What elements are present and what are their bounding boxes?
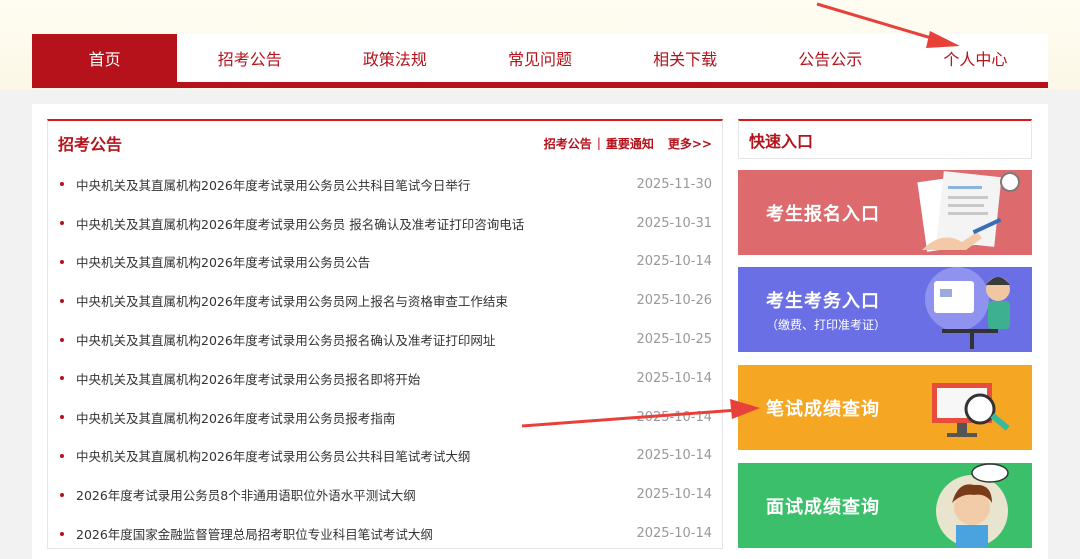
nav-item-home[interactable]: 首页 xyxy=(32,34,178,82)
notice-row[interactable]: 中央机关及其直属机构2026年度考试录用公务员报考指南 2025-10-14 xyxy=(60,398,712,437)
nav-item-policies[interactable]: 政策法规 xyxy=(322,34,467,82)
notice-link-important[interactable]: 重要通知 xyxy=(606,135,654,152)
notice-date: 2025-10-26 xyxy=(636,293,712,309)
interview-score-tile[interactable]: 面试成绩查询 xyxy=(738,463,1032,548)
notice-row[interactable]: 中央机关及其直属机构2026年度考试录用公务员报名即将开始 2025-10-14 xyxy=(60,359,712,398)
applicant-exam-affairs-tile[interactable]: 考生考务入口 （缴费、打印准考证） xyxy=(738,267,1032,352)
notice-date: 2025-11-30 xyxy=(636,176,712,192)
notice-link-recruitment[interactable]: 招考公告 xyxy=(544,135,592,152)
notice-links: 招考公告 | 重要通知 更多>> xyxy=(544,135,712,152)
main-nav: 首页 招考公告 政策法规 常见问题 相关下载 公告公示 个人中心 xyxy=(32,34,1048,82)
nav-item-downloads[interactable]: 相关下载 xyxy=(613,34,758,82)
notice-date: 2025-10-14 xyxy=(636,487,712,503)
bullet-icon xyxy=(60,453,64,458)
notice-row[interactable]: 2026年度国家金融监督管理总局招考职位专业科目笔试考试大纲 2025-10-14 xyxy=(60,514,712,553)
notice-date: 2025-10-31 xyxy=(636,215,712,231)
applicant-registration-tile[interactable]: 考生报名入口 xyxy=(738,170,1032,255)
nav-item-faq[interactable]: 常见问题 xyxy=(467,34,612,82)
notice-date: 2025-10-25 xyxy=(636,332,712,348)
notice-header: 招考公告 招考公告 | 重要通知 更多>> xyxy=(48,121,722,165)
bullet-icon xyxy=(60,337,64,342)
bullet-icon xyxy=(60,259,64,264)
notice-date: 2025-10-14 xyxy=(636,526,712,542)
interview-person-icon xyxy=(936,463,1009,547)
notice-text[interactable]: 中央机关及其直属机构2026年度考试录用公务员 报名确认及准考证打印咨询电话 xyxy=(76,214,632,233)
bullet-icon xyxy=(60,221,64,226)
notice-row[interactable]: 中央机关及其直属机构2026年度考试录用公务员报名确认及准考证打印网址 2025-… xyxy=(60,320,712,359)
notice-panel: 招考公告 招考公告 | 重要通知 更多>> 中央机关及其直属机构2026年度考试… xyxy=(47,119,723,549)
bullet-icon xyxy=(60,376,64,381)
notice-date: 2025-10-14 xyxy=(636,370,712,386)
quick-entry-title: 快速入口 xyxy=(738,119,1032,159)
nav-item-personal-center[interactable]: 个人中心 xyxy=(903,34,1048,82)
quick-entry-panel: 快速入口 考生报名入口 考生考务入口 （缴费、打印准考证） 笔试成绩查询 面试成… xyxy=(738,119,1032,548)
notice-row[interactable]: 中央机关及其直属机构2026年度考试录用公务员公共科目笔试今日举行 2025-11… xyxy=(60,165,712,204)
nav-underline xyxy=(32,82,1048,88)
notice-row[interactable]: 中央机关及其直属机构2026年度考试录用公务员 报名确认及准考证打印咨询电话 20… xyxy=(60,204,712,243)
notice-text[interactable]: 2026年度考试录用公务员8个非通用语职位外语水平测试大纲 xyxy=(76,485,632,504)
notice-title: 招考公告 xyxy=(58,135,123,154)
notice-text[interactable]: 中央机关及其直属机构2026年度考试录用公务员公告 xyxy=(76,252,632,271)
notice-more-link[interactable]: 更多>> xyxy=(668,135,712,152)
notice-row[interactable]: 中央机关及其直属机构2026年度考试录用公务员公告 2025-10-14 xyxy=(60,243,712,282)
notice-text[interactable]: 中央机关及其直属机构2026年度考试录用公务员公共科目笔试考试大纲 xyxy=(76,446,632,465)
notice-date: 2025-10-14 xyxy=(636,409,712,425)
main-content: 招考公告 招考公告 | 重要通知 更多>> 中央机关及其直属机构2026年度考试… xyxy=(32,104,1048,559)
bullet-icon xyxy=(60,182,64,187)
notice-link-separator: | xyxy=(596,136,601,150)
nav-item-recruitment-notices[interactable]: 招考公告 xyxy=(177,34,322,82)
notice-text[interactable]: 中央机关及其直属机构2026年度考试录用公务员报名确认及准考证打印网址 xyxy=(76,330,632,349)
notice-date: 2025-10-14 xyxy=(636,448,712,464)
magnifier-monitor-icon xyxy=(932,383,1010,437)
notice-text[interactable]: 中央机关及其直属机构2026年度考试录用公务员网上报名与资格审查工作结束 xyxy=(76,291,632,310)
notice-row[interactable]: 2026年度考试录用公务员8个非通用语职位外语水平测试大纲 2025-10-14 xyxy=(60,475,712,514)
notice-row[interactable]: 中央机关及其直属机构2026年度考试录用公务员公共科目笔试考试大纲 2025-10… xyxy=(60,437,712,476)
document-sign-icon xyxy=(917,171,1020,252)
bullet-icon xyxy=(60,492,64,497)
notice-text[interactable]: 中央机关及其直属机构2026年度考试录用公务员报考指南 xyxy=(76,408,632,427)
written-exam-score-tile[interactable]: 笔试成绩查询 xyxy=(738,365,1032,450)
notice-row[interactable]: 中央机关及其直属机构2026年度考试录用公务员网上报名与资格审查工作结束 2025… xyxy=(60,281,712,320)
bullet-icon xyxy=(60,531,64,536)
notice-list: 中央机关及其直属机构2026年度考试录用公务员公共科目笔试今日举行 2025-11… xyxy=(48,165,722,553)
notice-text[interactable]: 中央机关及其直属机构2026年度考试录用公务员报名即将开始 xyxy=(76,369,632,388)
bullet-icon xyxy=(60,298,64,303)
notice-text[interactable]: 中央机关及其直属机构2026年度考试录用公务员公共科目笔试今日举行 xyxy=(76,175,632,194)
computer-user-icon xyxy=(925,267,1010,349)
nav-item-announcements[interactable]: 公告公示 xyxy=(758,34,903,82)
bullet-icon xyxy=(60,415,64,420)
notice-date: 2025-10-14 xyxy=(636,254,712,270)
notice-text[interactable]: 2026年度国家金融监督管理总局招考职位专业科目笔试考试大纲 xyxy=(76,524,632,543)
